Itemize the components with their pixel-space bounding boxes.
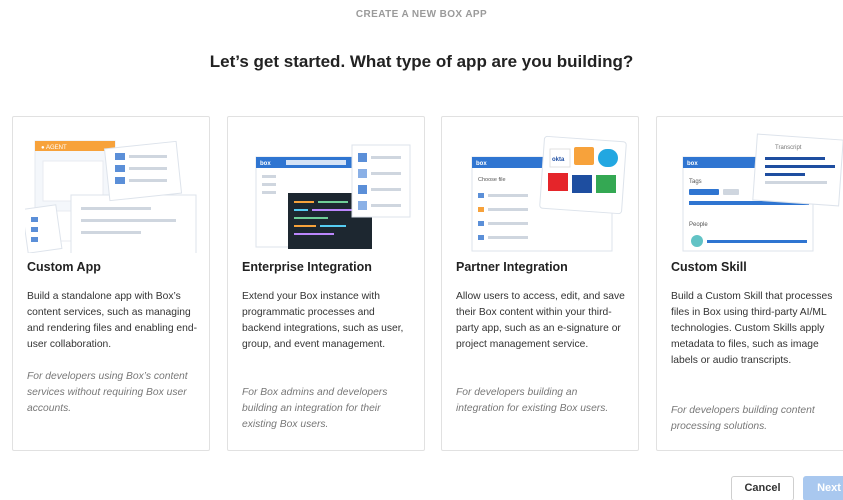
partner-integration-illustration: box Choose file okta: [471, 135, 627, 252]
card-note: For developers building an integration f…: [456, 387, 609, 414]
svg-text:box: box: [687, 161, 698, 167]
card-description: Build a Custom Skill that processes file…: [671, 291, 833, 366]
card-description: Build a standalone app with Box’s conten…: [27, 291, 198, 350]
card-enterprise-integration[interactable]: box Enterprise Integration Extend your B…: [227, 116, 425, 451]
custom-skill-illustration: box Tags People Transcript: [682, 133, 843, 252]
page-title: Let’s get started. What type of app are …: [209, 52, 634, 71]
card-description: Allow users to access, edit, and save th…: [456, 291, 625, 350]
card-note: For developers using Box’s content servi…: [27, 371, 188, 414]
page-eyebrow: CREATE A NEW BOX APP: [355, 9, 488, 20]
card-description: Extend your Box instance with programmat…: [242, 291, 404, 350]
svg-text:okta: okta: [552, 157, 565, 163]
enterprise-integration-illustration: box: [255, 144, 411, 249]
card-partner-integration[interactable]: box Choose file okta Partner Integration…: [441, 116, 639, 451]
card-custom-app[interactable]: ● AGENT Custom App Build a standalone ap…: [12, 116, 210, 451]
card-custom-skill[interactable]: box Tags People Transcript Custom Skill …: [656, 116, 843, 451]
svg-text:People: People: [689, 222, 708, 228]
cancel-button[interactable]: Cancel: [731, 476, 794, 500]
svg-text:box: box: [260, 161, 271, 167]
svg-text:Transcript: Transcript: [775, 145, 802, 151]
card-title: Custom App: [27, 260, 101, 274]
svg-text:Choose file: Choose file: [478, 177, 506, 183]
card-note: For Box admins and developers building a…: [242, 387, 388, 430]
card-title: Partner Integration: [456, 260, 568, 274]
svg-text:box: box: [476, 161, 487, 167]
svg-text:Tags: Tags: [689, 179, 702, 185]
next-button[interactable]: Next: [803, 476, 843, 500]
card-title: Custom Skill: [671, 260, 747, 274]
custom-app-illustration: ● AGENT: [25, 140, 197, 253]
app-type-cards: ● AGENT Custom App Build a standalone ap…: [12, 116, 843, 451]
svg-text:● AGENT: ● AGENT: [41, 145, 67, 151]
card-title: Enterprise Integration: [242, 260, 372, 274]
card-note: For developers building content processi…: [671, 405, 815, 432]
